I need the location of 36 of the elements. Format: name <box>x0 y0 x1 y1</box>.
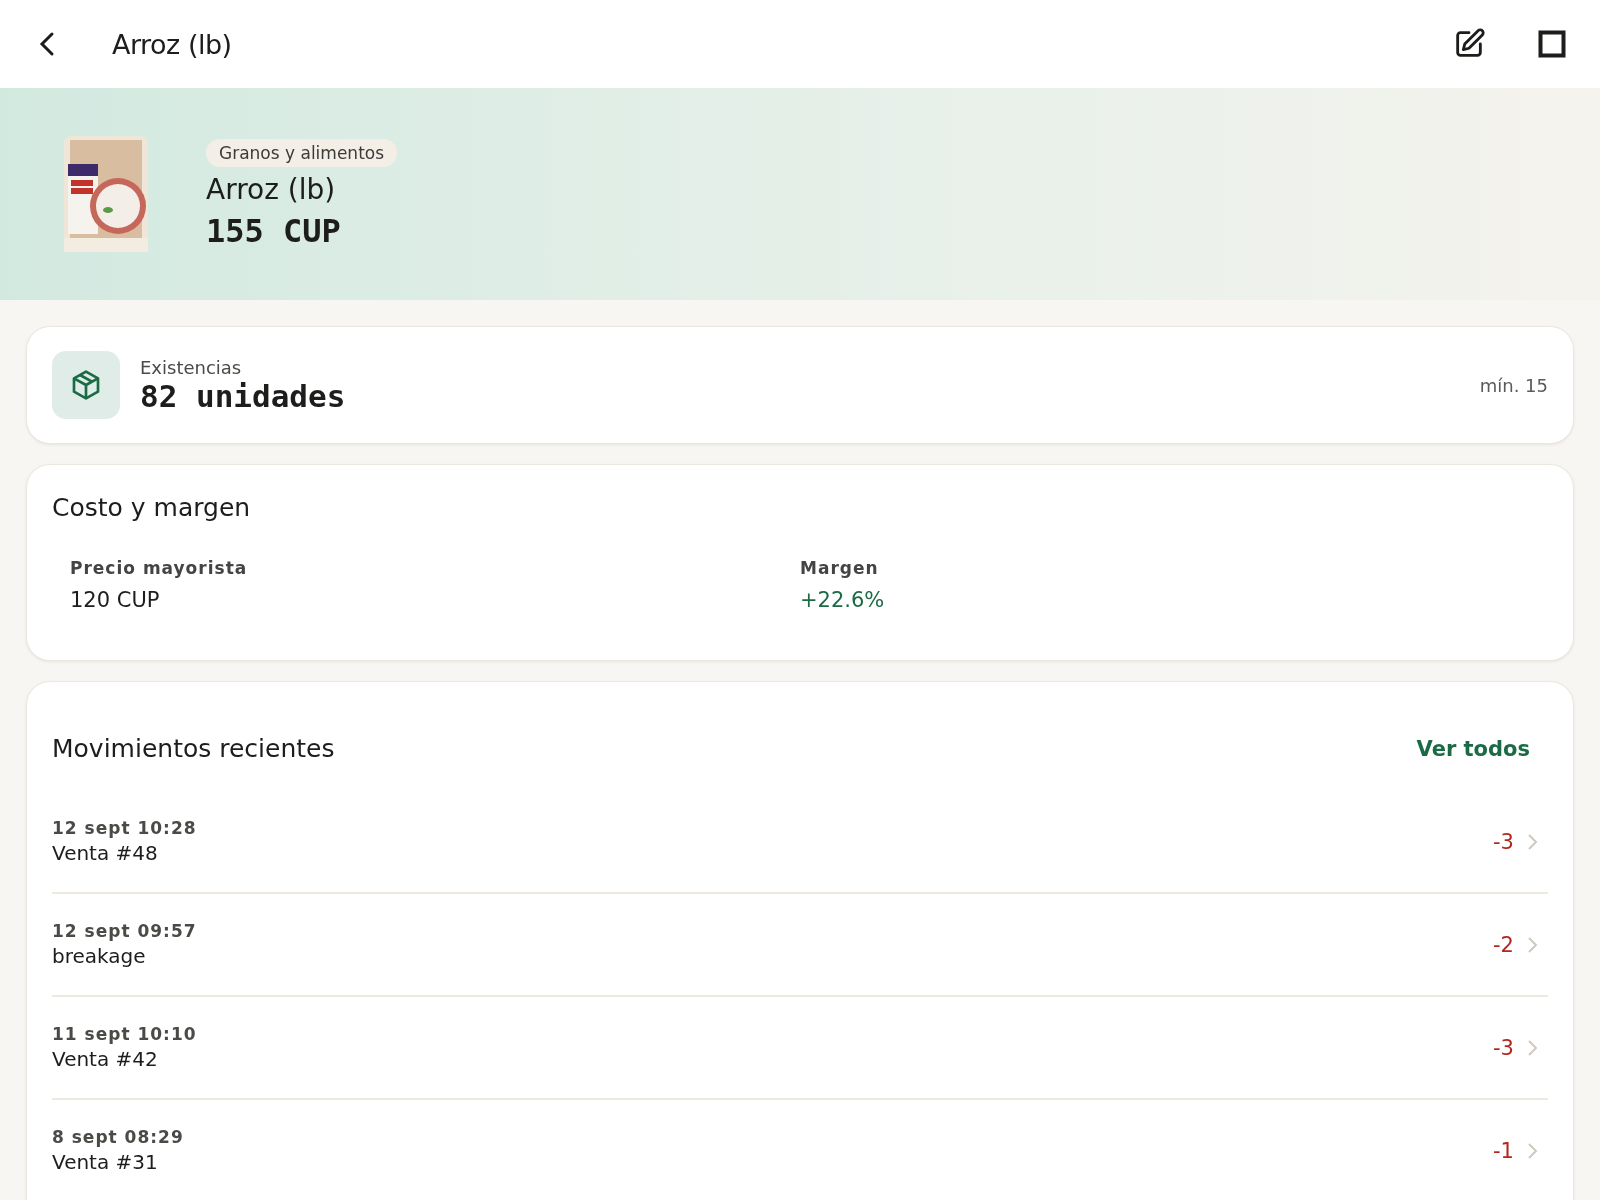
stock-minimum: mín. 15 <box>1479 374 1548 396</box>
chevron-right-icon <box>1526 934 1540 955</box>
movement-row[interactable]: 12 sept 10:28 Venta #48 -3 <box>52 791 1548 894</box>
see-all-link[interactable]: Ver todos <box>1416 736 1530 761</box>
square-icon <box>1538 30 1566 58</box>
movement-row[interactable]: 12 sept 09:57 breakage -2 <box>52 894 1548 997</box>
movement-time: 8 sept 08:29 <box>52 1127 185 1147</box>
movement-quantity: -3 <box>1493 829 1514 854</box>
movement-time: 12 sept 10:28 <box>52 818 198 838</box>
movement-description: Venta #48 <box>52 841 159 865</box>
movement-description: breakage <box>52 944 147 968</box>
product-name: Arroz (lb) <box>206 172 336 206</box>
section-title: Costo y margen <box>52 493 252 522</box>
movement-time: 11 sept 10:10 <box>52 1024 198 1044</box>
field-value: +22.6% <box>800 588 886 612</box>
section-title: Movimientos recientes <box>52 734 335 763</box>
field-value: 120 CUP <box>70 588 161 612</box>
movement-quantity: -1 <box>1493 1138 1514 1163</box>
movement-row[interactable]: 11 sept 10:10 Venta #42 -3 <box>52 997 1548 1100</box>
chevron-right-icon <box>1526 831 1540 852</box>
product-price: 155 CUP <box>206 211 341 250</box>
movement-time: 12 sept 09:57 <box>52 921 198 941</box>
movement-quantity: -3 <box>1493 1035 1514 1060</box>
movement-description: Venta #31 <box>52 1150 159 1174</box>
category-tag: Granos y alimentos <box>206 138 398 167</box>
movement-row[interactable]: 8 sept 08:29 Venta #31 -1 <box>52 1100 1548 1200</box>
page-title: Arroz (lb) <box>112 28 233 60</box>
field-label: Margen <box>800 558 880 578</box>
movement-description: Venta #42 <box>52 1047 159 1071</box>
chevron-right-icon <box>1526 1037 1540 1058</box>
stock-value: 82 unidades <box>140 377 347 414</box>
field-label: Precio mayorista <box>70 558 249 578</box>
stock-label: Existencias <box>140 356 243 378</box>
box-icon <box>52 351 120 419</box>
chevron-right-icon <box>1526 1140 1540 1161</box>
movement-quantity: -2 <box>1493 932 1514 957</box>
